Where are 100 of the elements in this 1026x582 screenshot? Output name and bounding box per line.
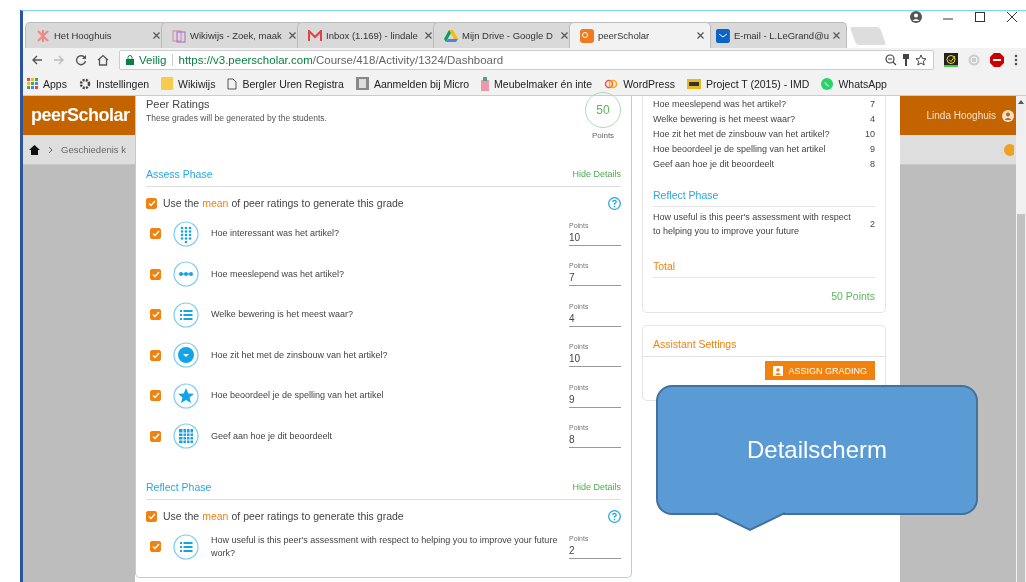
bookmark-link[interactable]: WhatsApp [821,77,887,90]
question-text: How useful is this peer's assessment with respect to helping you to improve your future work? [211,534,559,560]
summary-value: 8 [870,158,875,169]
checkbox[interactable] [146,197,157,209]
bookmark-link[interactable]: Wikiwijs [161,77,216,90]
question-text: Hoe meeslepend was het artikel? [211,267,346,281]
summary-question: Welke bewering is het meest waar? [653,113,796,124]
phase-title: Reflect Phase [146,480,212,493]
reload-icon[interactable] [75,54,87,66]
pages-icon [172,28,186,43]
summary-value: 9 [870,143,875,154]
checkbox[interactable] [150,228,161,240]
chat-bubble-icon [821,77,834,90]
close-icon[interactable] [153,32,160,39]
dot-grid-icon [173,220,199,247]
checkbox[interactable] [146,510,157,522]
stop-sign-icon[interactable] [990,53,1004,67]
rings-icon [604,78,619,89]
summary-value: 2 [870,217,875,231]
triangle-icon [444,29,458,42]
total-title: Total [653,242,875,278]
secure-label: Veilig [139,54,167,66]
user-icon[interactable] [1002,109,1014,122]
checkbox[interactable] [150,309,161,321]
summary-value: 7 [870,98,875,109]
home-icon[interactable] [97,54,109,66]
page-icon [227,77,238,90]
phase-title: Reflect Phase [653,171,875,207]
bookmark-link[interactable]: Bergler Uren Registra [227,77,344,90]
question-text: Welke bewering is het meest waar? [211,308,354,322]
label-icon [686,78,701,89]
question-text: Geef aan hoe je dit beoordeelt [211,429,334,443]
summary-question: How useful is this peer's assessment with respect to helping you to improve your future [653,211,852,238]
section-title: Peer Ratings [146,98,211,110]
home-icon[interactable] [29,144,40,155]
scroll-up-icon[interactable] [1018,100,1024,104]
close-icon[interactable] [1006,11,1018,23]
check-badge-icon[interactable] [944,53,958,67]
grid-icon [173,423,199,450]
summary-value: 10 [865,128,875,139]
checkbox[interactable] [150,268,161,280]
menu-icon[interactable] [1014,54,1018,66]
checkbox[interactable] [150,349,161,361]
close-icon[interactable] [833,32,840,39]
rule-text: Use the mean of peer ratings to generate this grade [163,197,405,209]
rule-text: Use the mean of peer ratings to generate this grade [163,510,405,522]
star-icon[interactable] [915,54,927,66]
question-text: Hoe zit het met de zinsbouw van het artikel? [211,348,389,362]
section-subtitle: These grades will be generated by the students. [146,113,327,123]
callout-text: Detailscherm [746,436,887,464]
dots-icon [173,261,199,288]
scrollbar-thumb[interactable] [1017,214,1025,582]
apps-grid-icon [27,78,38,89]
summary-value: 4 [870,113,875,124]
logo-icon [580,28,594,43]
mail-icon [308,29,322,42]
close-icon[interactable] [289,32,296,39]
question-text: Hoe interessant was het artikel? [211,227,341,241]
bookmark-link[interactable]: Meubelmaker én inte [481,76,593,91]
summary-question: Hoe meeslepend was het artikel? [653,98,788,109]
profile-icon[interactable] [910,11,922,23]
help-icon[interactable] [608,509,621,523]
list-icon [173,533,199,560]
bookmark-link[interactable]: Aanmelden bij Micro [355,77,470,90]
zoom-out-icon[interactable] [885,54,897,66]
bottle-icon [481,76,490,91]
folder-icon [161,77,174,90]
badge-icon [773,365,784,376]
list-icon [173,301,199,328]
question-text: Hoe beoordeel je de spelling van het artikel [211,389,385,403]
summary-question: Hoe beoordeel je de spelling van het artikel [653,143,827,154]
close-icon[interactable] [425,32,432,39]
total-points: 50 Points [830,289,875,302]
help-icon[interactable] [608,196,621,210]
picture-icon [355,77,369,90]
pinwheel-icon [36,28,50,43]
lock-icon [126,55,134,65]
close-icon[interactable] [561,32,568,39]
gear-icon [78,77,91,90]
back-arrow-icon[interactable] [31,54,43,66]
summary-question: Hoe zit het met de zinsbouw van het artikel? [653,128,831,139]
summary-question: Geef aan hoe je dit beoordeelt [653,158,776,169]
checkbox[interactable] [150,541,161,553]
checkbox[interactable] [150,430,161,442]
bookmark-link[interactable]: Apps [27,77,67,90]
bookmark-link[interactable]: Instellingen [78,77,150,90]
checkbox[interactable] [150,390,161,402]
url-text: https://v3.peerscholar.com/Course/418/Activity/1324/Dashboard [171,54,880,66]
points-caption: Points [590,131,616,140]
key-icon[interactable] [902,54,910,66]
bookmark-link[interactable]: Project T (2015) - IMD [686,77,810,90]
address-bar[interactable]: Veilig https://v3.peerscholar.com/Course/418/Activity/1324/Dashboard [119,50,934,70]
close-icon[interactable] [697,32,704,39]
assistant-title: Assistant Settings [643,326,885,357]
browser-tab[interactable]: peerScholar [569,22,711,48]
dropdown-icon [173,342,199,369]
phase-title: Assess Phase [146,167,213,180]
envelope-icon [716,28,730,43]
bookmark-link[interactable]: WordPress [604,77,675,90]
maximize-icon[interactable] [974,11,986,23]
